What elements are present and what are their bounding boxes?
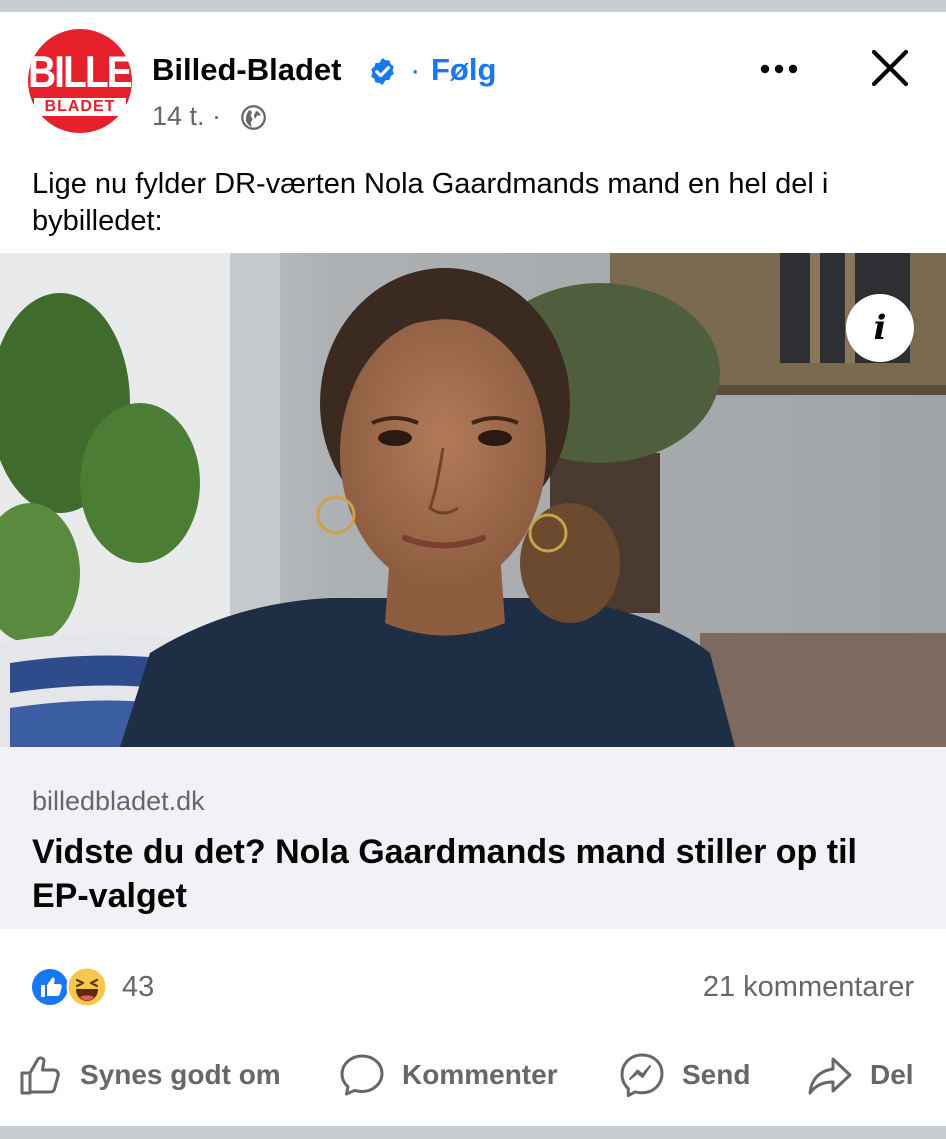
post-text: Lige nu fylder DR-værten Nola Gaardmands… (32, 168, 829, 237)
page-name-link[interactable]: Billed-Bladet (152, 52, 341, 88)
reaction-count[interactable]: 43 (122, 971, 154, 1004)
haha-reaction-icon[interactable] (66, 966, 108, 1008)
comment-button[interactable]: Kommenter (338, 1044, 558, 1106)
verified-badge-icon (371, 57, 394, 86)
messenger-icon (620, 1053, 664, 1098)
post-image-illustration (0, 253, 946, 747)
close-icon[interactable] (868, 46, 912, 90)
link-title[interactable]: Vidste du det? Nola Gaardmands mand stil… (32, 830, 912, 918)
link-domain: billedbladet.dk (32, 786, 205, 816)
comment-count[interactable]: 21 kommentarer (703, 971, 914, 1004)
like-button[interactable]: Synes godt om (16, 1044, 281, 1106)
follow-separator: · (410, 52, 421, 87)
like-button-label: Synes godt om (80, 1059, 281, 1090)
send-button-label: Send (682, 1059, 751, 1090)
like-reaction-icon[interactable] (30, 967, 70, 1007)
share-button[interactable]: Del (806, 1044, 914, 1106)
comment-button-label: Kommenter (402, 1059, 558, 1090)
post-timestamp[interactable]: 14 t. · (152, 101, 221, 132)
follow-button[interactable]: Følg (431, 52, 496, 88)
comment-bubble-icon (340, 1054, 384, 1096)
send-button[interactable]: Send (618, 1044, 750, 1106)
image-info-button[interactable]: i (846, 294, 914, 362)
info-icon: i (873, 308, 887, 348)
more-options-icon[interactable] (756, 54, 802, 84)
globe-privacy-icon (241, 105, 266, 130)
page-avatar-logo[interactable]: BILLED BLADET (28, 29, 132, 133)
logo-top-text: BILLED (28, 47, 132, 98)
feed-separator-bottom (0, 1126, 946, 1139)
feed-separator-top (0, 0, 946, 12)
share-arrow-icon (808, 1057, 852, 1095)
share-button-label: Del (870, 1059, 914, 1090)
post-image[interactable] (0, 253, 946, 747)
thumbs-up-icon (20, 1056, 60, 1095)
logo-bottom-text: BLADET (34, 98, 126, 116)
